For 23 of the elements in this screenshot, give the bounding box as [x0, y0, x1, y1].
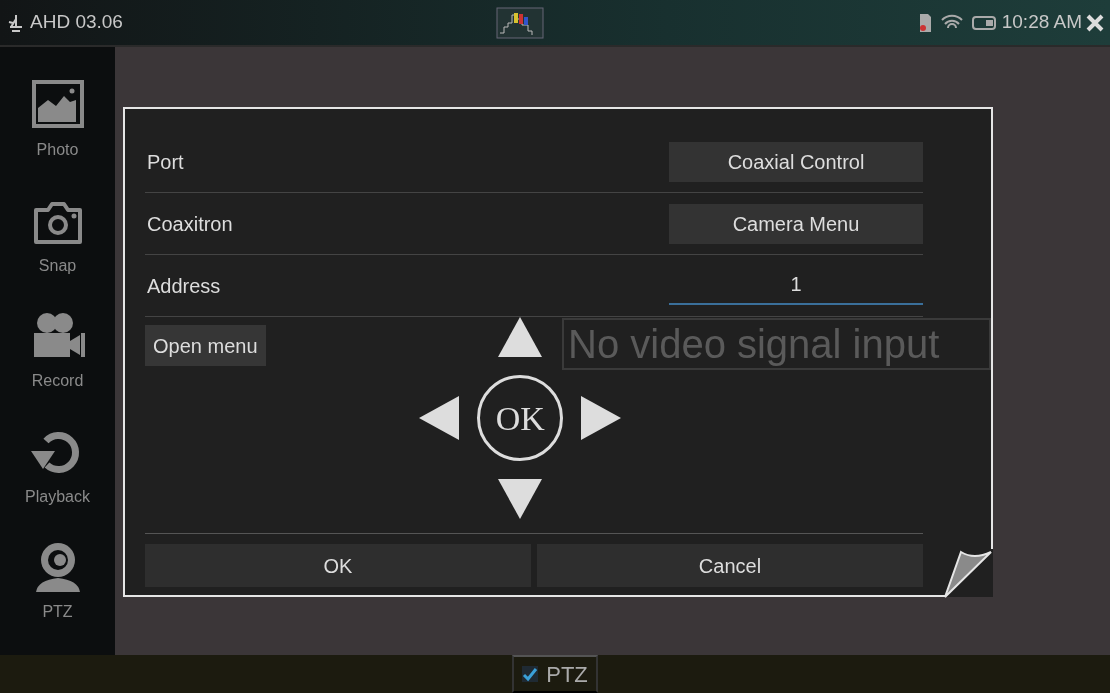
- sidebar-item[interactable]: Playback: [19, 423, 96, 540]
- sd-card-icon: [917, 12, 932, 33]
- dropdown-button[interactable]: Camera Menu: [669, 203, 923, 244]
- input-field[interactable]: 1: [669, 266, 923, 305]
- no-signal-message: No video signal input: [562, 318, 992, 370]
- clock-time: 10:28 AM: [1001, 10, 1082, 35]
- sidebar-item[interactable]: Photo: [23, 77, 92, 193]
- ok-button[interactable]: OK: [145, 544, 531, 587]
- field-label: Address: [147, 273, 221, 299]
- close-icon[interactable]: [1086, 13, 1104, 32]
- sidebar-item[interactable]: PTZ: [23, 539, 92, 655]
- mode-label: AHD 03.06: [30, 10, 123, 35]
- dropdown-button[interactable]: Coaxial Control: [669, 141, 923, 182]
- cancel-button[interactable]: Cancel: [537, 544, 923, 587]
- signal-graph-icon: [496, 6, 545, 39]
- battery-icon: [971, 14, 998, 31]
- field-label: Port: [147, 149, 184, 175]
- ptz-checkbox[interactable]: PTZ: [512, 655, 598, 693]
- sidebar-item[interactable]: Snap: [23, 192, 92, 309]
- ok-circle-button[interactable]: OK: [477, 375, 564, 461]
- field-label: Coaxitron: [147, 211, 233, 237]
- sidebar-item[interactable]: Record: [23, 308, 92, 424]
- open-menu-button[interactable]: Open menu: [145, 325, 266, 366]
